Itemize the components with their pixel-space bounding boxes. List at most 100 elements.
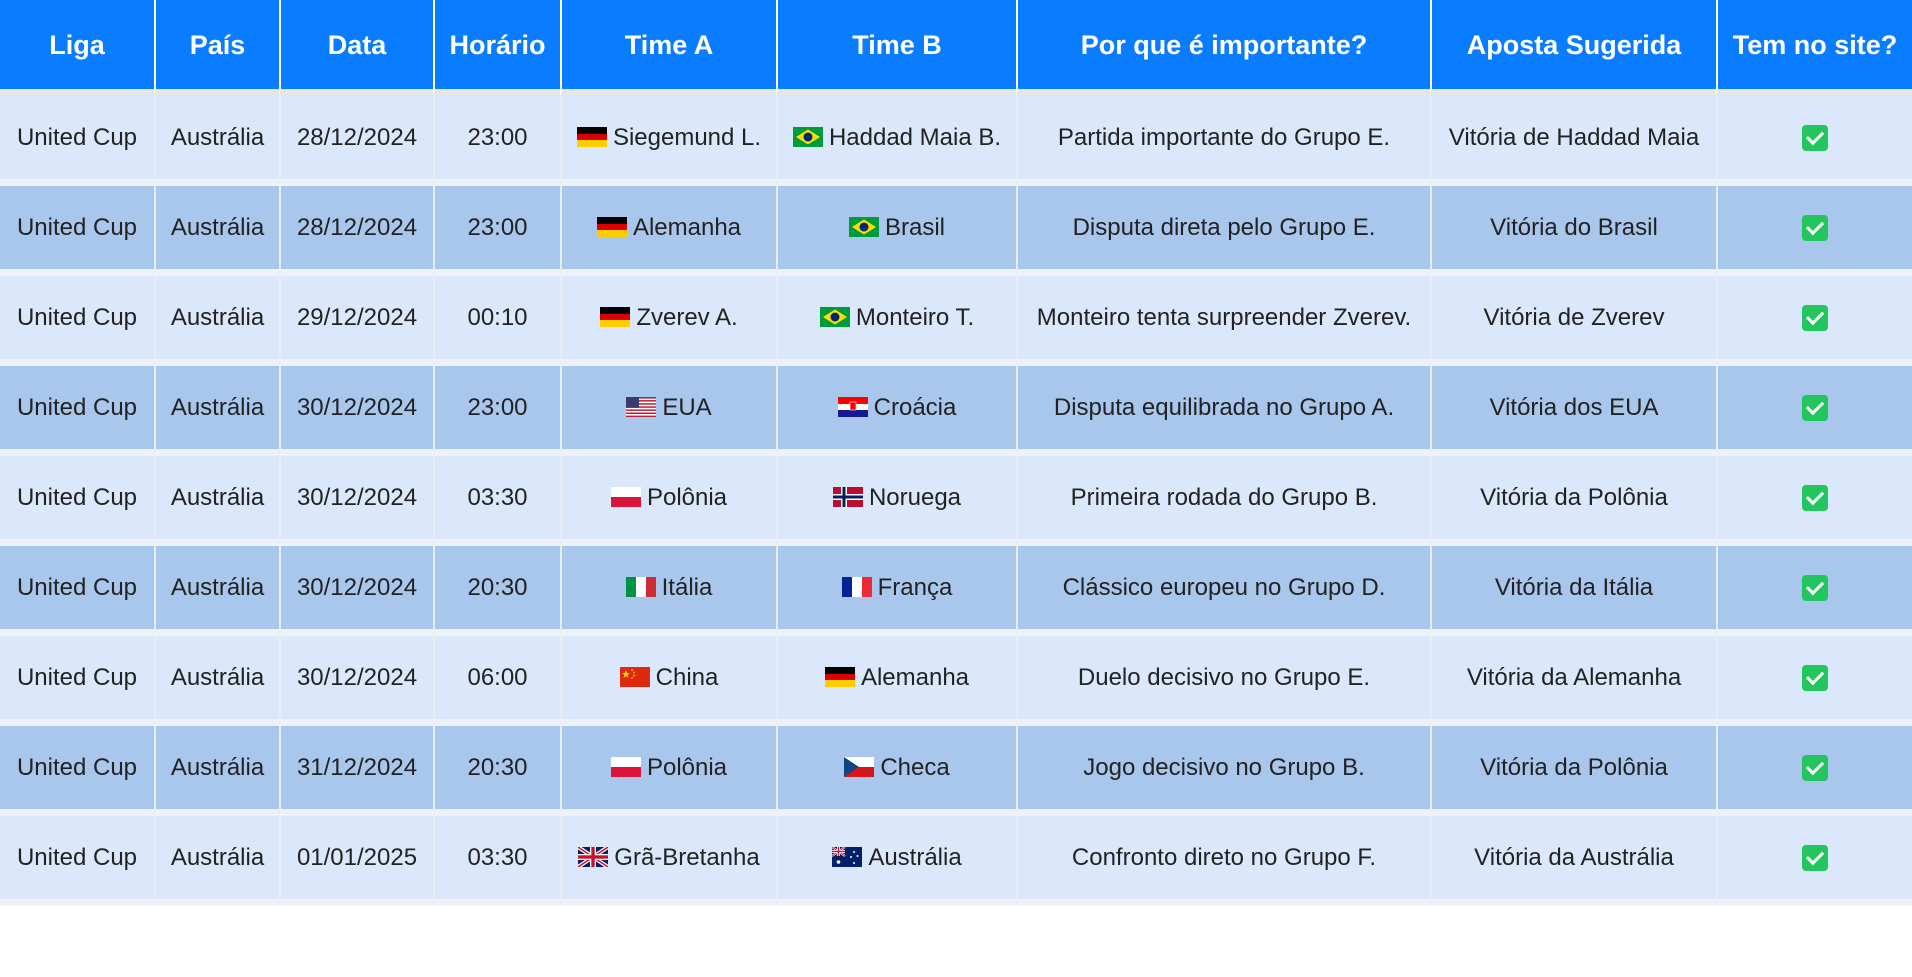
cell-data: 30/12/2024 — [279, 456, 433, 546]
cell-time-b: Brasil — [776, 186, 1016, 276]
cell-liga: United Cup — [0, 186, 154, 276]
cell-data: 31/12/2024 — [279, 726, 433, 816]
cell-tem-no-site — [1716, 186, 1912, 276]
cell-tem-no-site — [1716, 726, 1912, 816]
cell-time-b: Noruega — [776, 456, 1016, 546]
cell-liga: United Cup — [0, 96, 154, 186]
cell-tem-no-site — [1716, 96, 1912, 186]
cell-horario: 20:30 — [433, 546, 560, 636]
cell-liga: United Cup — [0, 276, 154, 366]
cell-aposta: Vitória da Itália — [1430, 546, 1716, 636]
cell-motivo: Disputa equilibrada no Grupo A. — [1016, 366, 1430, 456]
brazil-flag-icon — [848, 216, 879, 237]
time-a-label: EUA — [662, 393, 712, 421]
matches-table: Liga País Data Horário Time A Time B Por… — [0, 0, 1912, 906]
cell-time-b: Croácia — [776, 366, 1016, 456]
cell-data: 30/12/2024 — [279, 546, 433, 636]
cell-aposta: Vitória de Zverev — [1430, 276, 1716, 366]
cell-motivo: Disputa direta pelo Grupo E. — [1016, 186, 1430, 276]
table-row: United Cup Austrália 30/12/2024 03:30 Polôni… — [0, 456, 1912, 546]
cell-motivo: Primeira rodada do Grupo B. — [1016, 456, 1430, 546]
italy-flag-icon — [625, 576, 656, 597]
time-b-label: Austrália — [868, 843, 962, 871]
cell-time-b: França — [776, 546, 1016, 636]
usa-flag-icon — [626, 396, 657, 417]
header-data: Data — [279, 0, 433, 96]
time-b-label: Checa — [880, 753, 950, 781]
cell-pais: Austrália — [154, 366, 279, 456]
cell-pais: Austrália — [154, 546, 279, 636]
cell-aposta: Vitória da Austrália — [1430, 816, 1716, 906]
poland-flag-icon — [610, 756, 641, 777]
cell-tem-no-site — [1716, 636, 1912, 726]
cell-horario: 00:10 — [433, 276, 560, 366]
time-b-label: França — [877, 573, 953, 601]
cell-motivo: Duelo decisivo no Grupo E. — [1016, 636, 1430, 726]
cell-tem-no-site — [1716, 546, 1912, 636]
time-b-label: Alemanha — [860, 663, 970, 691]
cell-horario: 06:00 — [433, 636, 560, 726]
table-row: United Cup Austrália 30/12/2024 06:00 China A… — [0, 636, 1912, 726]
cell-time-a: China — [560, 636, 776, 726]
cell-data: 29/12/2024 — [279, 276, 433, 366]
cell-aposta: Vitória da Polônia — [1430, 726, 1716, 816]
time-b-label: Haddad Maia B. — [828, 123, 1002, 151]
check-icon — [1802, 665, 1828, 692]
cell-data: 28/12/2024 — [279, 186, 433, 276]
cell-data: 01/01/2025 — [279, 816, 433, 906]
cell-time-b: Haddad Maia B. — [776, 96, 1016, 186]
table-row: United Cup Austrália 31/12/2024 20:30 Polôni… — [0, 726, 1912, 816]
cell-time-a: Alemanha — [560, 186, 776, 276]
cell-time-a: Polônia — [560, 726, 776, 816]
check-icon — [1802, 845, 1828, 872]
cell-tem-no-site — [1716, 366, 1912, 456]
australia-flag-icon — [832, 846, 863, 867]
cell-horario: 23:00 — [433, 186, 560, 276]
cell-motivo: Partida importante do Grupo E. — [1016, 96, 1430, 186]
france-flag-icon — [841, 576, 872, 597]
cell-time-a: Grã-Bretanha — [560, 816, 776, 906]
germany-flag-icon — [824, 666, 855, 687]
header-horario: Horário — [433, 0, 560, 96]
germany-flag-icon — [596, 216, 627, 237]
cell-aposta: Vitória de Haddad Maia — [1430, 96, 1716, 186]
header-tem-no-site: Tem no site? — [1716, 0, 1912, 96]
time-a-label: Polônia — [646, 753, 728, 781]
cell-horario: 23:00 — [433, 366, 560, 456]
china-flag-icon — [619, 666, 650, 687]
cell-time-b: Checa — [776, 726, 1016, 816]
check-icon — [1802, 485, 1828, 512]
check-icon — [1802, 125, 1828, 152]
cell-horario: 23:00 — [433, 96, 560, 186]
cell-horario: 03:30 — [433, 456, 560, 546]
table-row: United Cup Austrália 28/12/2024 23:00 Siegem… — [0, 96, 1912, 186]
cell-pais: Austrália — [154, 186, 279, 276]
check-icon — [1802, 755, 1828, 782]
cell-pais: Austrália — [154, 636, 279, 726]
croatia-flag-icon — [837, 396, 868, 417]
cell-time-a: Itália — [560, 546, 776, 636]
brazil-flag-icon — [819, 306, 850, 327]
time-b-label: Croácia — [873, 393, 957, 421]
table-row: United Cup Austrália 29/12/2024 00:10 Zverev… — [0, 276, 1912, 366]
germany-flag-icon — [600, 306, 631, 327]
header-time-a: Time A — [560, 0, 776, 96]
cell-horario: 20:30 — [433, 726, 560, 816]
cell-time-a: Polônia — [560, 456, 776, 546]
cell-aposta: Vitória dos EUA — [1430, 366, 1716, 456]
cell-liga: United Cup — [0, 456, 154, 546]
time-b-label: Monteiro T. — [855, 303, 975, 331]
uk-flag-icon — [578, 846, 609, 867]
cell-data: 30/12/2024 — [279, 366, 433, 456]
cell-motivo: Confronto direto no Grupo F. — [1016, 816, 1430, 906]
cell-liga: United Cup — [0, 636, 154, 726]
table-row: United Cup Austrália 30/12/2024 23:00 EUA Cro… — [0, 366, 1912, 456]
brazil-flag-icon — [792, 126, 823, 147]
cell-aposta: Vitória da Polônia — [1430, 456, 1716, 546]
header-time-b: Time B — [776, 0, 1016, 96]
cell-horario: 03:30 — [433, 816, 560, 906]
time-a-label: Itália — [661, 573, 713, 601]
time-b-label: Noruega — [868, 483, 962, 511]
cell-motivo: Jogo decisivo no Grupo B. — [1016, 726, 1430, 816]
table-row: United Cup Austrália 28/12/2024 23:00 Aleman… — [0, 186, 1912, 276]
